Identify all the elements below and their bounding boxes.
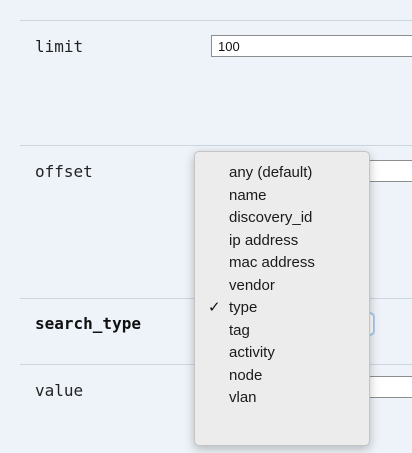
dropdown-option-mac-address[interactable]: mac address bbox=[195, 252, 369, 275]
option-label: node bbox=[229, 366, 263, 384]
dropdown-option-ip-address[interactable]: ip address bbox=[195, 230, 369, 253]
limit-input[interactable] bbox=[211, 35, 412, 57]
dropdown-option-activity[interactable]: activity bbox=[195, 342, 369, 365]
dropdown-option-tag[interactable]: tag bbox=[195, 320, 369, 343]
option-label: discovery_id bbox=[229, 209, 313, 226]
parameters-panel: limit offset search_type value any (defa… bbox=[0, 0, 412, 453]
option-label: ip address bbox=[229, 231, 299, 249]
dropdown-option-type[interactable]: ✓ type bbox=[195, 297, 369, 320]
option-label: type bbox=[229, 299, 258, 316]
param-label-limit: limit bbox=[35, 37, 84, 56]
dropdown-option-vendor[interactable]: vendor bbox=[195, 275, 369, 298]
param-label-search-type: search_type bbox=[35, 314, 141, 333]
checkmark-icon: ✓ bbox=[208, 299, 221, 316]
dropdown-option-node[interactable]: node bbox=[195, 365, 369, 388]
option-label: vendor bbox=[229, 276, 275, 294]
option-label: any (default) bbox=[229, 164, 313, 181]
option-label: tag bbox=[229, 321, 250, 339]
dropdown-option-discovery-id[interactable]: discovery_id bbox=[195, 207, 369, 230]
param-label-offset: offset bbox=[35, 162, 93, 181]
dropdown-option-name[interactable]: name bbox=[195, 185, 369, 208]
divider bbox=[20, 145, 412, 146]
search-type-dropdown-menu: any (default) name discovery_id ip addre… bbox=[194, 151, 370, 446]
option-label: activity bbox=[229, 344, 275, 361]
option-label: vlan bbox=[229, 389, 257, 406]
dropdown-option-any[interactable]: any (default) bbox=[195, 162, 369, 185]
option-label: name bbox=[229, 186, 267, 204]
divider bbox=[20, 20, 412, 21]
dropdown-option-vlan[interactable]: vlan bbox=[195, 387, 369, 410]
param-label-value: value bbox=[35, 381, 84, 400]
option-label: mac address bbox=[229, 254, 315, 271]
